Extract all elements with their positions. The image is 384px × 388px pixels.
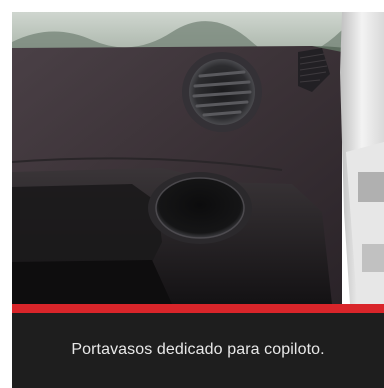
caption-box: Portavasos dedicado para copiloto. [12, 313, 384, 388]
caption-text: Portavasos dedicado para copiloto. [71, 340, 325, 358]
image-card: Portavasos dedicado para copiloto. [0, 0, 384, 388]
door-pocket [12, 184, 162, 264]
car-interior-illustration [12, 12, 384, 304]
accent-bar [12, 304, 384, 313]
car-interior-photo [12, 12, 384, 304]
